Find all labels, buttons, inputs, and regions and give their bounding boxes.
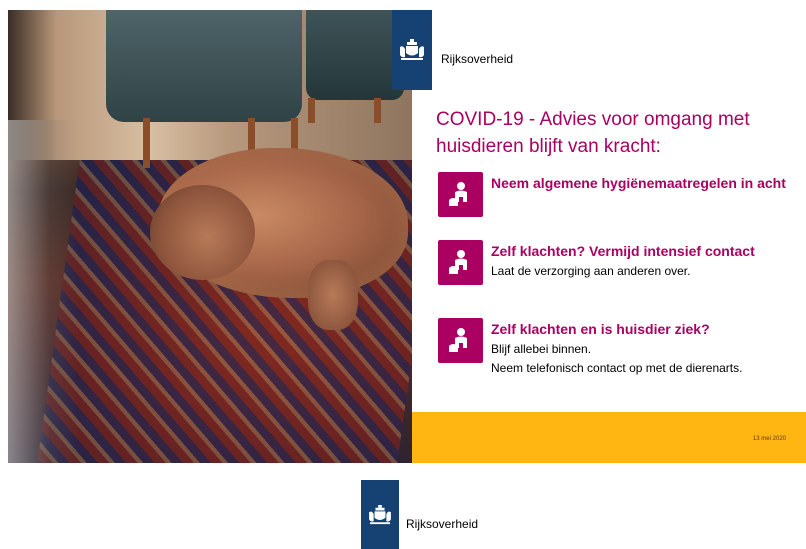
dog-paw bbox=[308, 260, 358, 330]
advice-title: Zelf klachten en is huisdier ziek? bbox=[491, 321, 710, 337]
advice-item-sick-pet: Zelf klachten en is huisdier ziek? Blijf… bbox=[438, 318, 798, 378]
person-with-dog-icon bbox=[438, 172, 483, 217]
footer-stripe: 13 mei 2020 bbox=[412, 412, 806, 463]
brand-name: Rijksoverheid bbox=[441, 52, 514, 66]
second-chair bbox=[306, 10, 404, 100]
person-with-dog-icon bbox=[438, 240, 483, 285]
advice-title: Zelf klachten? Vermijd intensief contact bbox=[491, 243, 755, 259]
coat-of-arms-icon bbox=[369, 504, 391, 524]
armchair bbox=[106, 10, 302, 122]
advice-item-hygiene: Neem algemene hygiënemaatregelen in acht bbox=[438, 172, 798, 220]
advice-item-complaints: Zelf klachten? Vermijd intensief contact… bbox=[438, 240, 798, 288]
dog-on-rug-photo bbox=[8, 10, 412, 463]
chair-leg bbox=[248, 118, 255, 150]
chair-leg bbox=[374, 98, 381, 123]
chair-leg bbox=[308, 98, 315, 123]
coat-of-arms-icon bbox=[400, 39, 424, 60]
dog-head bbox=[150, 185, 255, 280]
advice-title: Neem algemene hygiënemaatregelen in acht bbox=[491, 175, 786, 191]
advice-text: Blijf allebei binnen. bbox=[491, 342, 592, 356]
rijksoverheid-logo-bottom bbox=[361, 480, 399, 549]
chair-leg bbox=[143, 118, 150, 168]
person-with-dog-icon bbox=[438, 318, 483, 363]
headline: COVID-19 - Advies voor omgang met huisdi… bbox=[436, 109, 750, 157]
blurred-foreground bbox=[8, 120, 78, 463]
advice-text: Laat de verzorging aan anderen over. bbox=[491, 264, 691, 278]
brand-name-bottom: Rijksoverheid bbox=[406, 517, 479, 531]
rijksoverheid-logo bbox=[392, 10, 432, 90]
date-label: 13 mei 2020 bbox=[752, 436, 786, 442]
advice-text: Neem telefonisch contact op met de diere… bbox=[491, 361, 743, 375]
